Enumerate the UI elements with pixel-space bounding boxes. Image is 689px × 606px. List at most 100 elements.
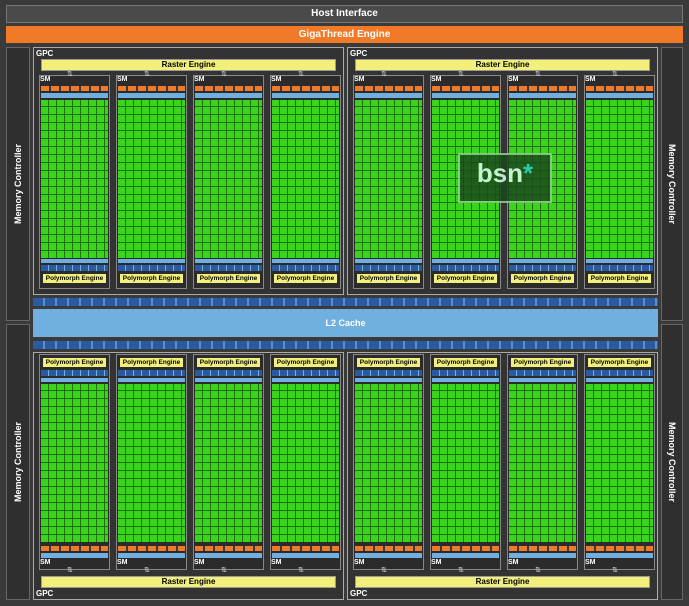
polymorph-engine: Polymorph Engine — [357, 358, 420, 367]
sm-label: SM — [40, 76, 51, 83]
raster-engine: Raster Engine — [41, 576, 336, 588]
texture-row — [41, 265, 108, 271]
host-interface: Host Interface — [6, 5, 683, 23]
polymorph-engine: Polymorph Engine — [120, 358, 183, 367]
cuda-core-grid — [41, 100, 108, 258]
register-row — [195, 93, 262, 98]
memory-controller-left-top: Memory Controller — [6, 47, 30, 321]
dispatch-row — [355, 86, 422, 91]
cache-row — [118, 259, 185, 263]
register-row — [355, 553, 422, 558]
gpc-label: GPC — [350, 49, 368, 58]
l2-slice-row-top — [33, 298, 658, 306]
sm-label: SM — [431, 76, 442, 83]
dispatch-row — [41, 86, 108, 91]
sm-label: SM — [271, 559, 282, 566]
watermark-text: bsn — [476, 158, 524, 188]
polymorph-engine: Polymorph Engine — [274, 358, 337, 367]
polymorph-engine: Polymorph Engine — [357, 274, 420, 283]
cuda-core-grid — [509, 384, 576, 542]
arrows-icon: ⇅ — [458, 567, 464, 574]
dispatch-row — [355, 546, 422, 551]
polymorph-engine: Polymorph Engine — [588, 274, 651, 283]
arrows-icon: ⇅ — [298, 71, 304, 78]
register-row — [41, 553, 108, 558]
texture-row — [118, 370, 185, 376]
register-row — [118, 553, 185, 558]
cache-row — [586, 378, 653, 382]
polymorph-engine: Polymorph Engine — [197, 358, 260, 367]
register-row — [41, 93, 108, 98]
arrows-icon: ⇅ — [67, 71, 73, 78]
polymorph-engine: Polymorph Engine — [511, 358, 574, 367]
cuda-core-grid — [118, 384, 185, 542]
texture-row — [586, 265, 653, 271]
dispatch-row — [195, 546, 262, 551]
watermark-logo: bsn* — [458, 153, 552, 203]
texture-row — [432, 265, 499, 271]
texture-row — [432, 370, 499, 376]
polymorph-engine: Polymorph Engine — [43, 274, 106, 283]
arrows-icon: ⇅ — [144, 71, 150, 78]
dispatch-row — [118, 546, 185, 551]
dispatch-row — [41, 546, 108, 551]
arrows-icon: ⇅ — [221, 567, 227, 574]
dispatch-row — [272, 546, 339, 551]
sm-label: SM — [117, 76, 128, 83]
texture-row — [118, 265, 185, 271]
register-row — [118, 93, 185, 98]
cache-row — [41, 378, 108, 382]
texture-row — [272, 370, 339, 376]
cache-row — [432, 378, 499, 382]
dispatch-row — [586, 546, 653, 551]
cuda-core-grid — [586, 384, 653, 542]
l2-cache: L2 Cache — [33, 309, 658, 337]
sm-label: SM — [508, 76, 519, 83]
cuda-core-grid — [118, 100, 185, 258]
watermark-mark: * — [523, 158, 534, 188]
sm-label: SM — [271, 76, 282, 83]
polymorph-engine: Polymorph Engine — [434, 358, 497, 367]
register-row — [195, 553, 262, 558]
cache-row — [355, 378, 422, 382]
register-row — [355, 93, 422, 98]
sm-label: SM — [40, 559, 51, 566]
gpc-label: GPC — [36, 49, 54, 58]
texture-row — [195, 265, 262, 271]
arrows-icon: ⇅ — [67, 567, 73, 574]
polymorph-engine: Polymorph Engine — [511, 274, 574, 283]
texture-row — [355, 370, 422, 376]
memory-controller-label: Memory Controller — [667, 143, 677, 225]
polymorph-engine: Polymorph Engine — [434, 274, 497, 283]
memory-controller-right-top: Memory Controller — [661, 47, 683, 321]
register-row — [586, 93, 653, 98]
cuda-core-grid — [195, 384, 262, 542]
gpc-label: GPC — [350, 589, 368, 598]
cuda-core-grid — [41, 384, 108, 542]
cache-row — [586, 259, 653, 263]
cuda-core-grid — [272, 100, 339, 258]
dispatch-row — [586, 86, 653, 91]
dispatch-row — [432, 546, 499, 551]
memory-controller-label: Memory Controller — [667, 421, 677, 503]
cuda-core-grid — [432, 384, 499, 542]
dispatch-row — [272, 86, 339, 91]
cache-row — [272, 259, 339, 263]
sm-label: SM — [585, 76, 596, 83]
texture-row — [509, 370, 576, 376]
cache-row — [41, 259, 108, 263]
raster-engine: Raster Engine — [355, 59, 650, 71]
register-row — [586, 553, 653, 558]
texture-row — [509, 265, 576, 271]
cache-row — [509, 378, 576, 382]
memory-controller-left-bottom: Memory Controller — [6, 324, 30, 600]
dispatch-row — [509, 86, 576, 91]
sm-label: SM — [431, 559, 442, 566]
register-row — [509, 553, 576, 558]
polymorph-engine: Polymorph Engine — [274, 274, 337, 283]
dispatch-row — [118, 86, 185, 91]
arrows-icon: ⇅ — [381, 71, 387, 78]
cuda-core-grid — [355, 100, 422, 258]
sm-label: SM — [194, 76, 205, 83]
sm-label: SM — [585, 559, 596, 566]
